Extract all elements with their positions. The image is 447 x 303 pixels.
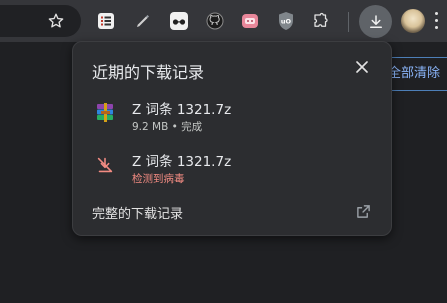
- download-item[interactable]: Z 词条 1321.7z 9.2 MB • 完成: [73, 96, 391, 140]
- downloads-bubble: 近期的下载记录 Z 词条 1321.7z 9.2 MB • 完成 Z 词条 13…: [72, 41, 392, 236]
- download-status: 检测到病毒: [132, 173, 185, 185]
- extension-list-icon[interactable]: [93, 8, 119, 34]
- download-blocked-icon: [94, 154, 116, 176]
- full-history-link[interactable]: 完整的下载记录: [92, 203, 183, 222]
- toolbar-divider: [348, 12, 349, 32]
- puzzle-icon[interactable]: [308, 8, 334, 34]
- browser-toolbar: uO: [0, 0, 447, 42]
- svg-text:uO: uO: [281, 18, 292, 26]
- github-icon[interactable]: [202, 8, 228, 34]
- download-item[interactable]: Z 词条 1321.7z 检测到病毒: [73, 148, 391, 192]
- file-name: Z 词条 1321.7z: [132, 154, 232, 170]
- star-icon[interactable]: [43, 8, 69, 34]
- winrar-archive-icon: [94, 102, 116, 124]
- download-status: 9.2 MB • 完成: [132, 121, 203, 133]
- more-icon[interactable]: [435, 12, 439, 30]
- ublock-icon[interactable]: uO: [273, 8, 299, 34]
- open-external-icon[interactable]: [353, 201, 373, 221]
- file-name: Z 词条 1321.7z: [132, 102, 232, 118]
- download-icon[interactable]: [359, 5, 392, 38]
- avatar[interactable]: [401, 9, 425, 33]
- tab-manager-icon[interactable]: [237, 8, 263, 34]
- sunglasses-icon[interactable]: [166, 8, 192, 34]
- pen-icon[interactable]: [130, 8, 156, 34]
- popup-title: 近期的下载记录: [92, 63, 205, 82]
- close-icon[interactable]: [351, 56, 373, 78]
